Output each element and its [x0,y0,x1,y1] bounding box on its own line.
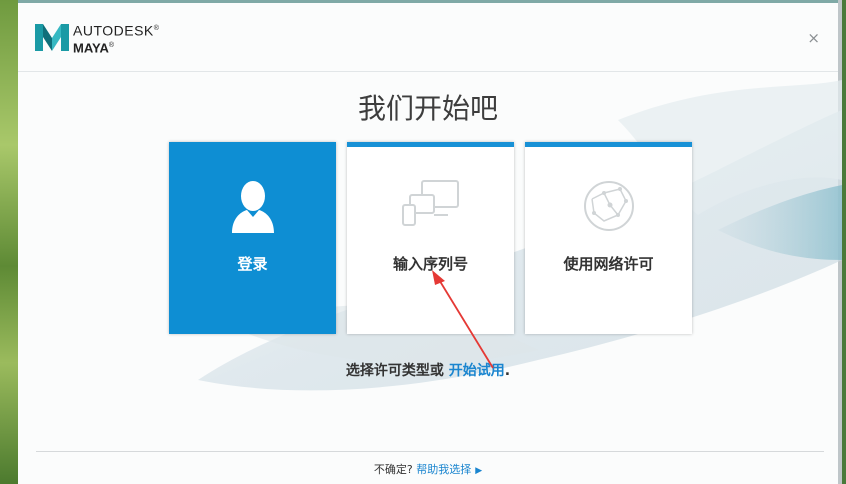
help-me-choose-link[interactable]: 帮助我选择 [416,463,471,476]
card-sign-in[interactable]: 登录 [169,142,336,334]
play-arrow-icon[interactable]: ▶ [475,466,482,476]
dialog-header: AUTODESK® MAYA® × [18,3,838,72]
registered-mark: ® [108,41,115,49]
brand-line-autodesk: AUTODESK [73,22,154,39]
footer-prefix: 不确定? [373,463,417,476]
card-enter-serial-label: 输入序列号 [392,255,468,273]
license-dialog: AUTODESK® MAYA® × 我们开始吧 登录 输入序列号 使用网络许可 … [18,0,842,484]
footer-help: 不确定? 帮助我选择 ▶ [18,461,838,477]
devices-icon [347,179,514,229]
card-sign-in-label: 登录 [237,255,268,273]
brand-wordmark: AUTODESK® MAYA® [73,23,159,54]
license-choice-text: 选择许可类型或 开始试用. [18,360,838,380]
dialog-right-border [838,0,842,484]
license-choice-prefix: 选择许可类型或 [345,363,449,379]
card-network-license[interactable]: 使用网络许可 [525,142,692,334]
close-button[interactable]: × [807,31,820,46]
footer-divider [36,451,824,452]
page-title: 我们开始吧 [357,92,498,125]
card-network-license-label: 使用网络许可 [563,255,654,273]
license-choice-suffix: . [504,363,511,379]
user-icon [169,179,336,233]
maya-logo-icon [35,24,69,51]
background-strip [0,0,18,484]
start-trial-link[interactable]: 开始试用 [449,363,505,379]
brand-line-maya: MAYA [73,39,109,55]
card-enter-serial[interactable]: 输入序列号 [347,142,514,334]
network-globe-icon [525,179,692,233]
registered-mark: ® [153,25,160,32]
